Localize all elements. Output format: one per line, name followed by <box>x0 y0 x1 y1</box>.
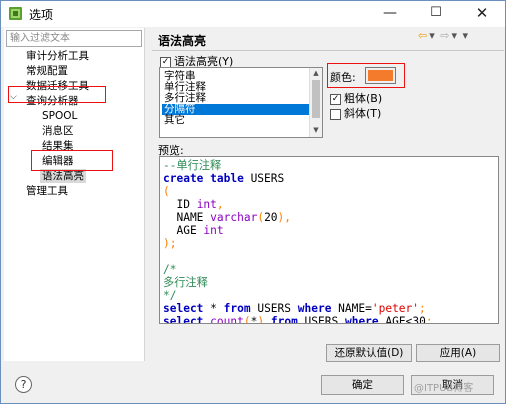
sidebar: 输入过滤文本 审计分析工具 常规配置 数据迁移工具 ⌵ 查询分析器 SPOOL … <box>4 28 145 361</box>
list-item[interactable]: 其它 <box>162 115 312 126</box>
preview-line: --单行注释 <box>163 159 222 172</box>
settings-panel: 语法高亮 ⇦ ▾ ⇨ ▾ ▾ ✓ 语法高亮(Y) 字符串 单行注释 多行注释 分隔符 … <box>152 28 504 364</box>
tree-item-admin-tools[interactable]: 管理工具 <box>26 184 68 198</box>
back-menu-icon[interactable]: ▾ <box>429 29 435 42</box>
view-menu-icon[interactable]: ▾ <box>463 29 469 42</box>
scroll-thumb[interactable] <box>312 80 320 118</box>
unchecked-box-icon <box>330 108 341 120</box>
preview-line: select count(*) from USERS where AGE<30; <box>163 315 433 324</box>
help-icon[interactable]: ? <box>15 376 32 393</box>
list-scrollbar[interactable]: ▲ ▼ <box>309 68 322 137</box>
tree-item-editor[interactable]: 编辑器 <box>42 154 74 168</box>
apply-button[interactable]: 应用(A) <box>416 344 500 362</box>
preview-line: ); <box>163 237 177 250</box>
preview-line: /* <box>163 263 177 276</box>
preview-line: 多行注释 <box>163 276 208 289</box>
tree-item-audit-tools[interactable]: 审计分析工具 <box>26 49 89 63</box>
tree-item-spool[interactable]: SPOOL <box>42 109 77 123</box>
maximize-button[interactable]: ☐ <box>413 1 459 27</box>
scroll-up-icon[interactable]: ▲ <box>312 69 320 77</box>
forward-menu-icon[interactable]: ▾ <box>451 29 457 42</box>
bold-checkbox[interactable]: ✓ 粗体(B) <box>330 90 382 106</box>
preview-line: AGE int <box>163 224 224 237</box>
preview-line: select * from USERS where NAME='peter'; <box>163 302 426 315</box>
italic-label: 斜体(T) <box>344 107 382 120</box>
color-picker-button[interactable] <box>365 67 396 84</box>
category-list[interactable]: 字符串 单行注释 多行注释 分隔符 其它 ▲ ▼ <box>159 67 323 138</box>
close-button[interactable]: ✕ <box>459 1 505 27</box>
watermark: @ITPUB博客 <box>414 383 474 394</box>
preview-line: create table USERS <box>163 172 285 185</box>
tree-item-general-config[interactable]: 常规配置 <box>26 64 68 78</box>
chevron-down-icon[interactable]: ⌵ <box>10 92 17 102</box>
options-dialog: 选项 — ☐ ✕ 输入过滤文本 审计分析工具 常规配置 数据迁移工具 ⌵ 查询分… <box>0 0 506 404</box>
preview-line: */ <box>163 289 177 302</box>
minimize-button[interactable]: — <box>367 1 413 27</box>
page-title: 语法高亮 <box>158 34 207 48</box>
checkmark-icon: ✓ <box>330 93 341 105</box>
tree-item-data-migration[interactable]: 数据迁移工具 <box>26 79 89 93</box>
restore-defaults-button[interactable]: 还原默认值(D) <box>326 344 412 362</box>
preview-line: ( <box>163 185 170 198</box>
tree-item-result-set[interactable]: 结果集 <box>42 139 74 153</box>
back-arrow-icon[interactable]: ⇦ <box>418 29 427 42</box>
tree-item-message-area[interactable]: 消息区 <box>42 124 74 138</box>
nav-buttons: ⇦ ▾ ⇨ ▾ ▾ <box>418 29 470 42</box>
checkmark-icon: ✓ <box>160 56 171 68</box>
tree-item-query-analyzer[interactable]: 查询分析器 <box>26 94 79 108</box>
filter-input[interactable]: 输入过滤文本 <box>6 30 142 47</box>
bold-label: 粗体(B) <box>344 92 383 105</box>
preview-area: --单行注释 create table USERS ( ID int, NAME… <box>159 156 499 324</box>
app-icon <box>9 7 22 20</box>
color-label: 颜色: <box>330 71 356 84</box>
window-title: 选项 <box>29 8 54 22</box>
title-separator <box>152 50 504 51</box>
color-swatch <box>368 70 393 81</box>
tree-item-syntax-highlight[interactable]: 语法高亮 <box>40 169 86 183</box>
scroll-down-icon[interactable]: ▼ <box>312 126 320 134</box>
forward-arrow-icon[interactable]: ⇨ <box>440 29 449 42</box>
preview-line: ID int, <box>163 198 224 211</box>
italic-checkbox[interactable]: 斜体(T) <box>330 105 381 121</box>
ok-button[interactable]: 确定 <box>321 375 404 395</box>
preview-line: NAME varchar(20), <box>163 211 292 224</box>
title-bar: 选项 — ☐ ✕ <box>1 1 505 27</box>
